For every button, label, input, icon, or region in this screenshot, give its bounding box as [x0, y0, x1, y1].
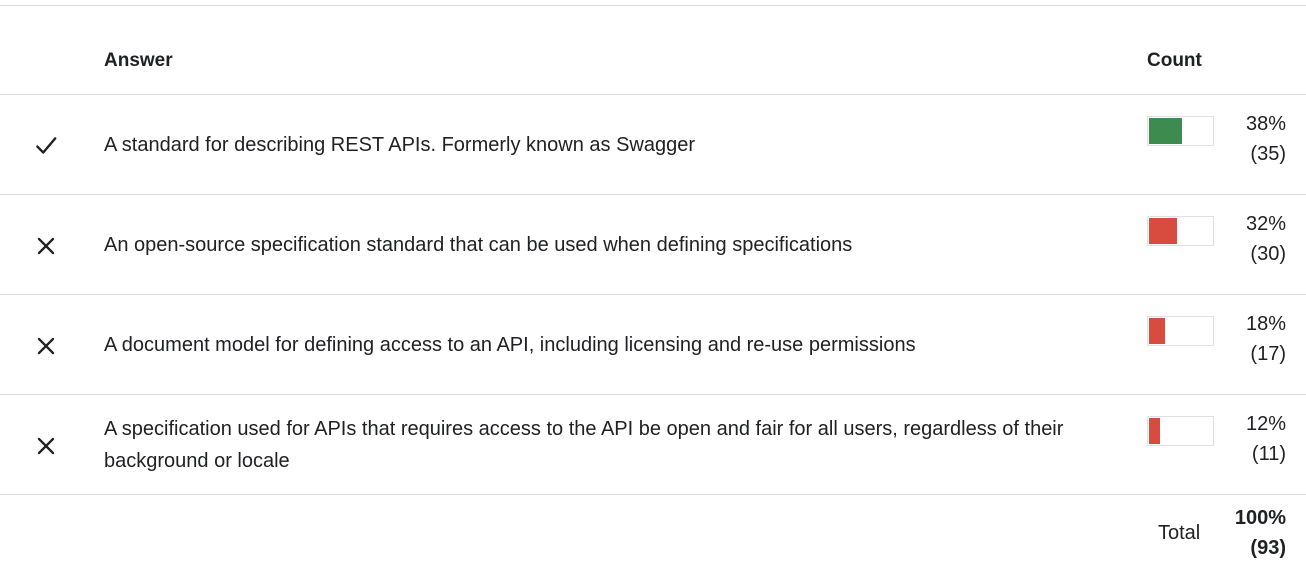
result-percent: 38%	[1245, 113, 1286, 135]
close-icon	[33, 233, 59, 259]
answer-text: A specification used for APIs that requi…	[104, 417, 1064, 472]
answer-row: A standard for describing REST APIs. For…	[0, 95, 1306, 195]
answer-table: Answer Count A standard for describing R…	[0, 6, 1306, 571]
result-count: (11)	[1251, 443, 1286, 465]
close-icon	[33, 333, 59, 359]
result-value: 12% (11)	[1246, 409, 1286, 469]
total-count: (93)	[1250, 537, 1286, 559]
check-icon	[33, 133, 59, 159]
result-percent: 32%	[1245, 213, 1286, 235]
total-row: Total 100% (93)	[0, 495, 1306, 571]
answer-text: A document model for defining access to …	[104, 333, 916, 356]
total-label: Total	[1158, 522, 1201, 544]
total-value: 100% (93)	[1235, 503, 1286, 563]
result-bar	[1147, 416, 1214, 446]
result-bar-fill	[1149, 418, 1160, 444]
result-value: 38% (35)	[1246, 109, 1286, 169]
result-count: (17)	[1250, 343, 1286, 365]
result-bar	[1147, 116, 1214, 146]
result-bar-fill	[1149, 218, 1177, 244]
answer-row: A specification used for APIs that requi…	[0, 395, 1306, 495]
result-bar	[1147, 216, 1214, 246]
result-percent: 18%	[1245, 313, 1286, 335]
result-bar-fill	[1149, 318, 1165, 344]
result-count: (30)	[1250, 243, 1286, 265]
count-column-header: Count	[1147, 50, 1202, 71]
answer-row: A document model for defining access to …	[0, 295, 1306, 395]
answer-row: An open-source specification standard th…	[0, 195, 1306, 295]
result-count: (35)	[1250, 143, 1286, 165]
table-header: Answer Count	[0, 6, 1306, 95]
result-bar-fill	[1149, 118, 1182, 144]
answer-rows: A standard for describing REST APIs. For…	[0, 95, 1306, 495]
result-value: 18% (17)	[1246, 309, 1286, 369]
total-percent: 100%	[1234, 507, 1286, 529]
result-percent: 12%	[1245, 413, 1286, 435]
answer-text: A standard for describing REST APIs. For…	[104, 133, 696, 156]
answer-text: An open-source specification standard th…	[104, 233, 853, 256]
result-bar	[1147, 316, 1214, 346]
close-icon	[33, 433, 59, 459]
result-value: 32% (30)	[1246, 209, 1286, 269]
answer-column-header: Answer	[104, 50, 173, 71]
